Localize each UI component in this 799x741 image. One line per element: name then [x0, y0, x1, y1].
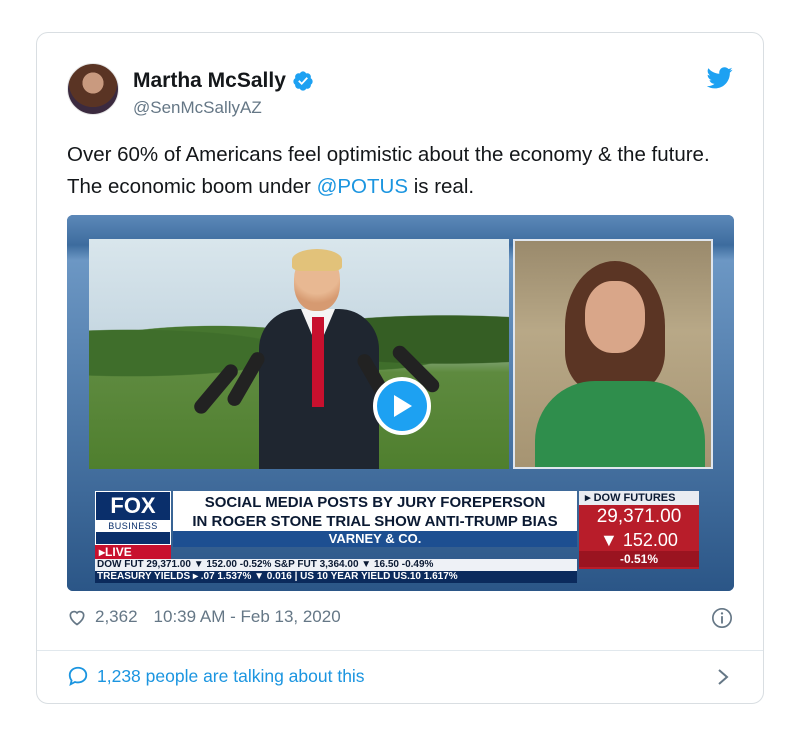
verified-badge-icon [293, 71, 313, 91]
guest-figure [535, 381, 705, 467]
market-crawl-line2: TREASURY YIELDS ▸ .07 1.537% ▼ 0.016 | U… [95, 571, 577, 583]
dow-futures-label: ▸ DOW FUTURES [579, 491, 699, 505]
heart-icon[interactable] [67, 607, 87, 627]
logo-fox-text: FOX [110, 493, 156, 518]
live-label: LIVE [105, 545, 132, 559]
fox-business-logo: FOX BUSINESS [95, 491, 171, 545]
tweet-card: Martha McSally @SenMcSallyAZ Over 60% of… [36, 32, 764, 704]
dow-change-value: 152.00 [622, 530, 678, 550]
conversation-link[interactable]: 1,238 people are talking about this [67, 665, 365, 687]
potus-mention-link[interactable]: @POTUS [317, 175, 408, 198]
info-icon[interactable] [711, 607, 733, 629]
divider [37, 650, 763, 651]
tweet-meta: 2,362 10:39 AM - Feb 13, 2020 [67, 607, 341, 627]
video-thumbnail[interactable]: FOX BUSINESS ▸LIVE SOCIAL MEDIA POSTS BY… [67, 215, 734, 591]
guest-face [585, 281, 645, 353]
video-left-panel [89, 239, 509, 469]
dow-futures-label-text: DOW FUTURES [593, 492, 676, 504]
video-right-panel [513, 239, 713, 469]
dow-change: ▼ 152.00 [600, 530, 678, 550]
avatar[interactable] [67, 63, 119, 115]
speaker-hair [292, 249, 342, 271]
chevron-right-icon[interactable] [715, 665, 731, 689]
logo-business-text: BUSINESS [96, 520, 170, 532]
headline-line1: SOCIAL MEDIA POSTS BY JURY FOREPERSON [204, 494, 546, 511]
dow-futures-box: 29,371.00 ▼ 152.00 -0.51% [579, 505, 699, 569]
news-ticker: FOX BUSINESS ▸LIVE SOCIAL MEDIA POSTS BY… [95, 491, 707, 583]
speech-bubble-icon [68, 666, 88, 687]
speaker-tie [312, 317, 324, 407]
dow-value: 29,371.00 [596, 506, 682, 527]
play-button[interactable] [373, 377, 431, 435]
market-crawl-line1: DOW FUT 29,371.00 ▼ 152.00 -0.52% S&P FU… [95, 559, 577, 571]
display-name[interactable]: Martha McSally [133, 69, 286, 93]
twitter-bird-icon[interactable] [707, 67, 733, 89]
show-name: VARNEY & CO. [173, 531, 577, 547]
author-handle[interactable]: @SenMcSallyAZ [133, 98, 262, 118]
live-badge: ▸LIVE [95, 545, 171, 559]
headline-line2: IN ROGER STONE TRIAL SHOW ANTI-TRUMP BIA… [192, 513, 558, 530]
tweet-text-part2: is real. [408, 175, 475, 198]
tweet-timestamp[interactable]: 10:39 AM - Feb 13, 2020 [154, 607, 341, 627]
conversation-text[interactable]: 1,238 people are talking about this [97, 666, 365, 687]
play-icon [394, 395, 412, 417]
tweet-text: Over 60% of Americans feel optimistic ab… [67, 139, 737, 203]
news-headline: SOCIAL MEDIA POSTS BY JURY FOREPERSON IN… [173, 491, 577, 531]
author-row: Martha McSally [133, 69, 314, 93]
dow-percent: -0.51% [579, 551, 699, 567]
like-count[interactable]: 2,362 [95, 607, 138, 627]
